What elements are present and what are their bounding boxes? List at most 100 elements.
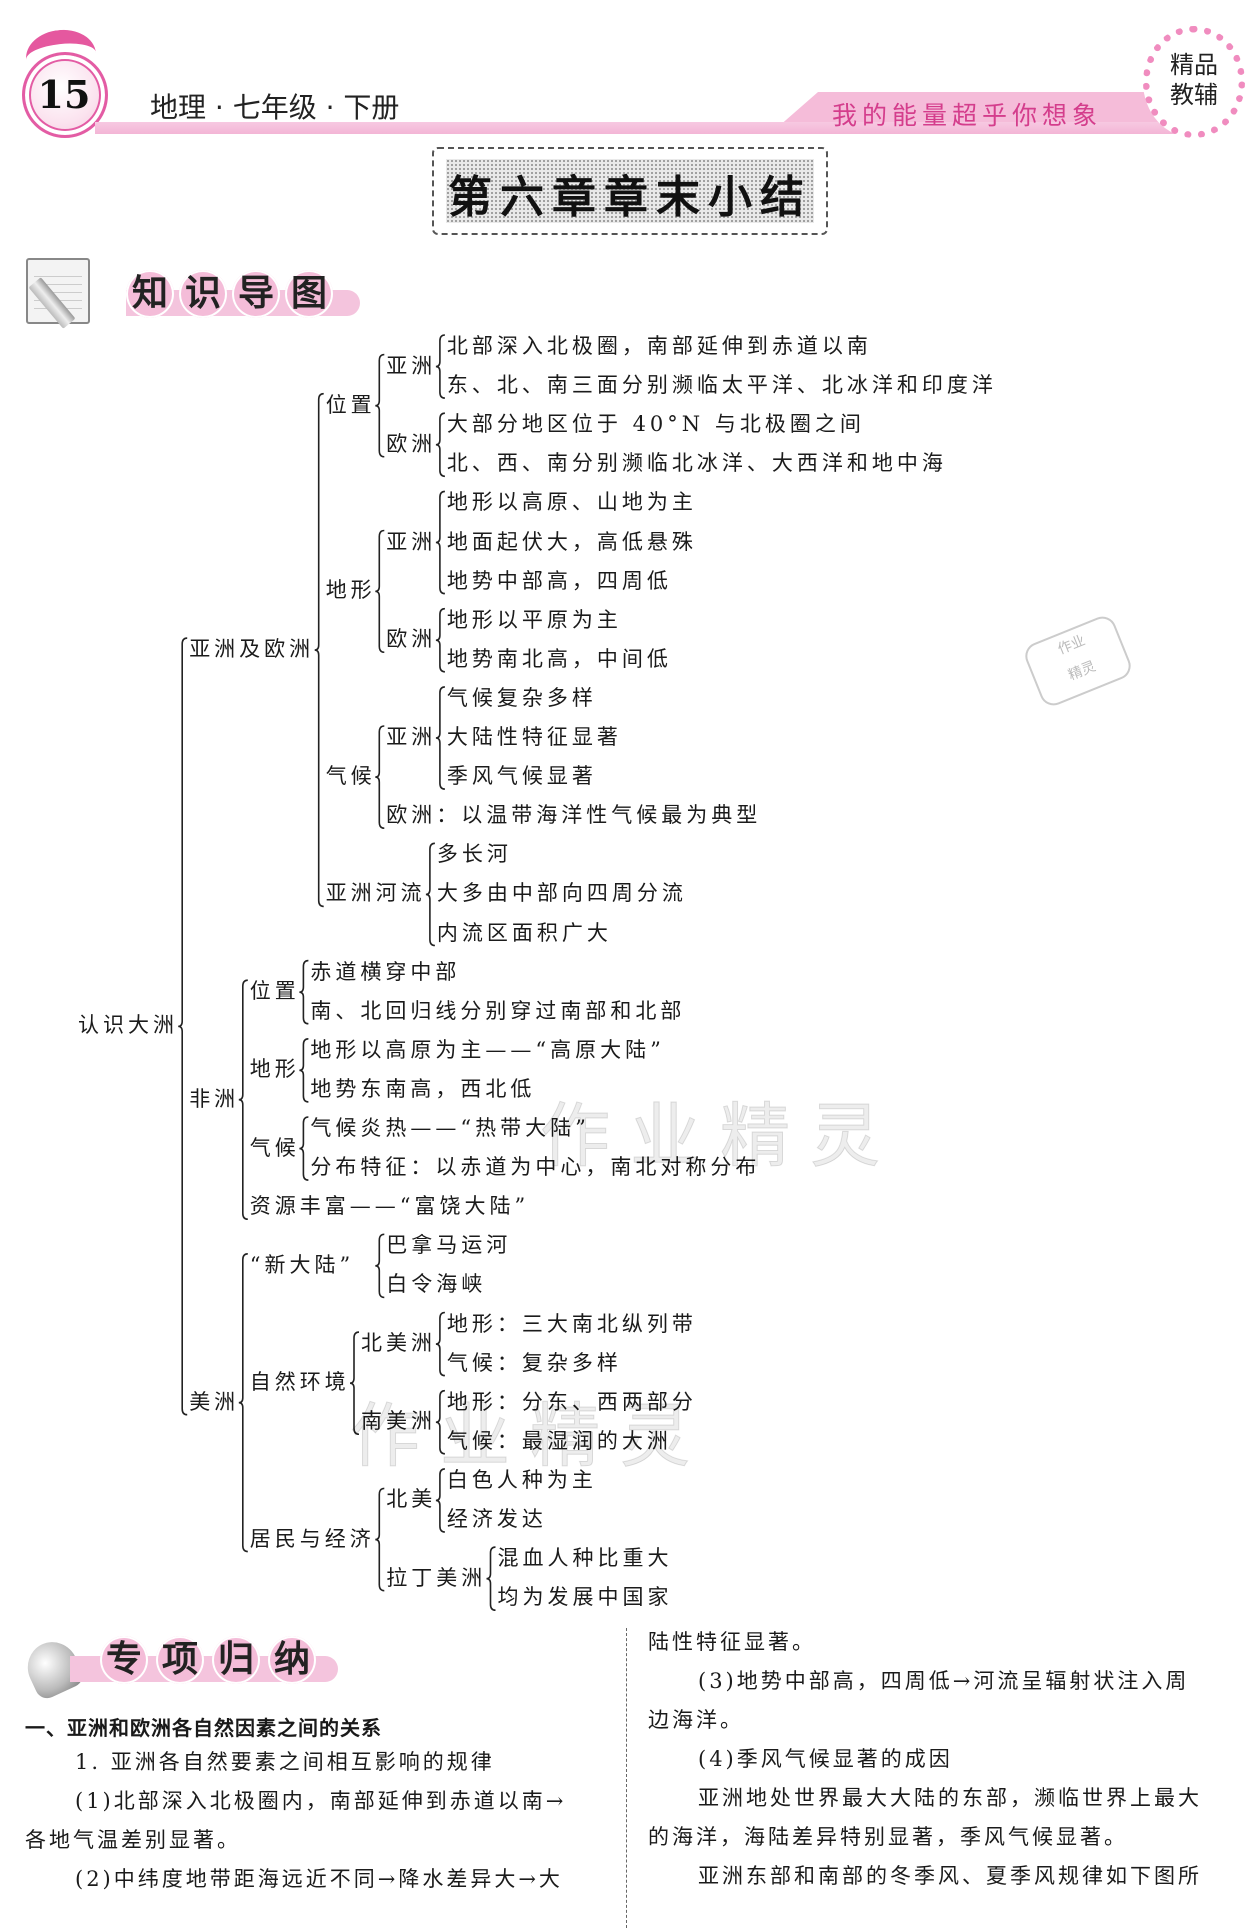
heading-char: 知 (126, 270, 174, 318)
brand-badge-line-1: 精品 (1170, 51, 1218, 79)
brand-badge-line-2: 教辅 (1170, 81, 1218, 109)
brand-badge: 精品 教辅 (1143, 26, 1245, 138)
mind-map-leaf: 地势东南高，西北低 (310, 1076, 536, 1101)
bracket (435, 686, 445, 790)
bracket (238, 1253, 248, 1553)
mind-map-heading: 知 识 导 图 (66, 270, 366, 318)
bracket (486, 1546, 496, 1611)
mind-map-leaf: 巴拿马运河 (386, 1233, 512, 1258)
bracket (238, 979, 248, 1220)
mind-map-leaf: 地面起伏大，高低悬殊 (446, 529, 697, 554)
chapter-title: 第六章章末小结 (448, 172, 812, 223)
mind-map-leaf: 大多由中部向四周分流 (436, 881, 687, 906)
heading-char: 项 (156, 1636, 204, 1684)
mind-map-node: 亚洲 (386, 353, 437, 378)
mind-map-node: 气候 (249, 1135, 300, 1160)
mind-map-leaf: 季风气候显著 (446, 764, 597, 789)
summary-paragraph-line: 亚洲东部和南部的冬季风、夏季风规律如下图所 (698, 1864, 1202, 1888)
page-number-badge: 15 (20, 26, 112, 138)
bracket (375, 725, 385, 829)
mind-map-node: 欧洲 (386, 431, 437, 456)
mind-map-node: 气候 (325, 764, 376, 789)
mind-map-leaf: 北、西、南分别濒临北冰洋、大西洋和地中海 (446, 451, 947, 476)
summary-paragraph-line: 亚洲地处世界最大大陆的东部，濒临世界上最大 (698, 1786, 1202, 1810)
mind-map-leaf: 东、北、南三面分别濒临太平洋、北冰洋和印度洋 (446, 373, 997, 398)
mind-map-node: 亚洲河流 (325, 881, 426, 906)
summary-paragraph-line: 陆性特征显著。 (648, 1630, 816, 1654)
mind-map-leaf: 地形以平原为主 (446, 607, 622, 632)
mind-map-node: 地形 (325, 578, 376, 603)
mind-map-leaf: 白令海峡 (386, 1272, 487, 1297)
chapter-title-pattern: 第六章章末小结 (446, 159, 814, 223)
mind-map-node: 欧洲 (386, 627, 437, 652)
summary-paragraph-line: (1)北部深入北极圈内，南部延伸到赤道以南→ (75, 1789, 567, 1813)
mind-map-leaf: 赤道横穿中部 (310, 959, 461, 984)
bracket (299, 959, 309, 1025)
summary-paragraph-line: (4)季风气候显著的成因 (698, 1747, 953, 1771)
mind-map-leaf: 内流区面积广大 (436, 920, 612, 945)
summary-paragraph-line: 1. 亚洲各自然要素之间相互影响的规律 (75, 1750, 495, 1774)
mind-map-leaf: 地势中部高，四周低 (446, 568, 672, 593)
mind-map-leaf: 气候：复杂多样 (446, 1350, 622, 1375)
mind-map-leaf: 多长河 (436, 842, 512, 867)
mind-map-leaf: 经济发达 (446, 1507, 547, 1531)
bracket (425, 842, 435, 947)
mind-map-leaf: 气候复杂多样 (446, 685, 597, 710)
mind-map-leaf: 大部分地区位于 40°N 与北极圈之间 (446, 412, 865, 437)
mind-map-node: 位置 (325, 392, 376, 417)
mind-map-node: 地形 (249, 1057, 300, 1082)
mind-map-leaf: 地形以高原、山地为主 (446, 490, 697, 515)
mind-map-leaf: 混血人种比重大 (497, 1546, 673, 1571)
watermark: 作业精灵 (350, 1395, 710, 1478)
mind-map-node: 位置 (249, 979, 300, 1004)
bracket (299, 1038, 309, 1103)
bracket (435, 1311, 445, 1377)
mind-map-leaf: 北部深入北极圈，南部延伸到赤道以南 (446, 334, 872, 358)
heading-char: 归 (212, 1636, 260, 1684)
heading-char: 纳 (268, 1636, 316, 1684)
mind-map-leaf: 大陆性特征显著 (446, 725, 622, 749)
summary-paragraph-line: 边海洋。 (648, 1708, 744, 1732)
summary-paragraph-line: 各地气温差别显著。 (25, 1828, 241, 1852)
mind-map-leaf: 地形：三大南北纵列带 (446, 1311, 697, 1336)
watermark: 作业精灵 (540, 1095, 900, 1178)
chapter-title-frame: 第六章章末小结 (432, 147, 828, 235)
bracket (299, 1116, 309, 1181)
mind-map-node: 非洲 (189, 1086, 240, 1111)
mind-map-leaf: 南、北回归线分别穿过南部和北部 (310, 998, 686, 1023)
bracket (314, 392, 324, 908)
bracket (375, 353, 385, 458)
mind-map-leaf: 地形以高原为主——“高原大陆” (310, 1037, 665, 1062)
mind-map-leaf: 地势南北高，中间低 (446, 646, 672, 671)
heading-char: 图 (285, 270, 333, 318)
page-number: 15 (37, 72, 91, 117)
summary-paragraph-line: 的海洋，海陆差异特别显著，季风气候显著。 (648, 1825, 1128, 1849)
mind-map-node: 自然环境 (249, 1370, 350, 1395)
stamp-logo: 作业 精灵 (1021, 612, 1135, 710)
mind-map-node: 亚洲 (386, 725, 437, 749)
subject-label: 地理 · 七年级 · 下册 (150, 91, 400, 124)
heading-char: 导 (232, 270, 280, 318)
bracket (435, 412, 445, 478)
mind-map-node: 北美洲 (361, 1331, 436, 1356)
mind-map-node: 居民与经济 (249, 1526, 375, 1551)
header-motto: 我的能量超乎你想象 (832, 101, 1103, 130)
heading-char: 专 (100, 1636, 148, 1684)
summary-subheading: 一、亚洲和欧洲各自然因素之间的关系 (25, 1716, 382, 1740)
mind-map-leaf: 资源丰富——“富饶大陆” (249, 1194, 530, 1219)
bracket (375, 529, 385, 654)
mind-map-leaf: 欧洲：以温带海洋性气候最为典型 (386, 803, 762, 828)
mind-map-node: 美洲 (189, 1389, 240, 1414)
mind-map-node: 北美 (386, 1487, 437, 1512)
mind-map-leaf: 均为发展中国家 (497, 1585, 673, 1610)
column-divider (626, 1628, 627, 1928)
mind-map-node: 认识大洲 (78, 1013, 178, 1038)
bracket (435, 490, 445, 595)
summary-paragraph-line: (3)地势中部高，四周低→河流呈辐射状注入周 (698, 1669, 1190, 1693)
mind-map-node: 亚洲 (386, 529, 437, 554)
mind-map-node: 拉丁美洲 (386, 1565, 487, 1590)
heading-char: 识 (179, 270, 227, 318)
mind-map-node: “新大陆” (249, 1252, 355, 1277)
bracket (435, 334, 445, 399)
summary-heading: 专 项 归 纳 (38, 1636, 358, 1684)
